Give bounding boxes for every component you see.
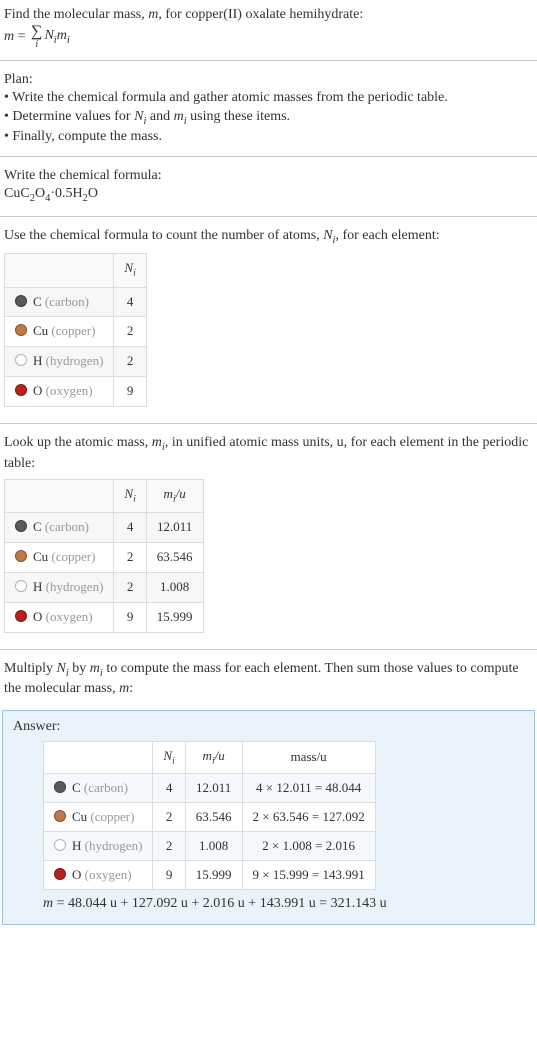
table-row: C (carbon) 4 bbox=[5, 287, 147, 317]
multiply-section: Multiply Ni by mi to compute the mass fo… bbox=[0, 654, 537, 705]
plan-section: Plan: • Write the chemical formula and g… bbox=[0, 65, 537, 152]
intro-text-b: , for copper(II) oxalate hemihydrate: bbox=[158, 7, 363, 22]
plan-title: Plan: bbox=[4, 71, 533, 89]
col-Ni: Ni bbox=[153, 742, 185, 774]
answer-box: Answer: Ni mi/u mass/u C (carbon) 4 12.0… bbox=[2, 710, 535, 925]
table-row: Cu (copper) 2 63.546 bbox=[5, 542, 204, 572]
count-section: Use the chemical formula to count the nu… bbox=[0, 221, 537, 419]
col-mi: mi/u bbox=[146, 479, 203, 512]
element-bullet-icon bbox=[15, 580, 27, 592]
elem-cell: H (hydrogen) bbox=[5, 347, 114, 377]
element-bullet-icon bbox=[54, 810, 66, 822]
chemical-formula: CuC2O4·0.5H2O bbox=[4, 185, 533, 205]
N-value: 2 bbox=[114, 572, 146, 602]
table-row: C (carbon) 4 12.011 4 × 12.011 = 48.044 bbox=[44, 773, 376, 802]
table-row: O (oxygen) 9 15.999 9 × 15.999 = 143.991 bbox=[44, 860, 376, 889]
N-value: 2 bbox=[153, 802, 185, 831]
elem-cell: Cu (copper) bbox=[5, 542, 114, 572]
mass-equation: m = ∑i Nimi bbox=[4, 29, 70, 44]
table-row: Cu (copper) 2 bbox=[5, 317, 147, 347]
table-row: O (oxygen) 9 bbox=[5, 377, 147, 407]
divider bbox=[0, 60, 537, 61]
divider bbox=[0, 156, 537, 157]
final-sum: m = 48.044 u + 127.092 u + 2.016 u + 143… bbox=[43, 896, 524, 912]
m-value: 12.011 bbox=[146, 512, 203, 542]
table-row: H (hydrogen) 2 1.008 2 × 1.008 = 2.016 bbox=[44, 831, 376, 860]
count-text: Use the chemical formula to count the nu… bbox=[4, 227, 533, 247]
N-value: 2 bbox=[153, 831, 185, 860]
answer-title: Answer: bbox=[13, 719, 524, 735]
answer-table: Ni mi/u mass/u C (carbon) 4 12.011 4 × 1… bbox=[43, 741, 376, 890]
mass-table: Ni mi/u C (carbon) 4 12.011 Cu (copper) … bbox=[4, 479, 204, 633]
plan-item-1: • Write the chemical formula and gather … bbox=[4, 89, 533, 107]
table-row: Cu (copper) 2 63.546 2 × 63.546 = 127.09… bbox=[44, 802, 376, 831]
element-bullet-icon bbox=[15, 550, 27, 562]
mass-text: Look up the atomic mass, mi, in unified … bbox=[4, 434, 533, 473]
N-value: 2 bbox=[114, 542, 146, 572]
table-row: C (carbon) 4 12.011 bbox=[5, 512, 204, 542]
elem-cell: O (oxygen) bbox=[5, 602, 114, 632]
col-blank bbox=[5, 254, 114, 287]
m-value: 1.008 bbox=[146, 572, 203, 602]
elem-cell: H (hydrogen) bbox=[5, 572, 114, 602]
N-value: 4 bbox=[114, 287, 146, 317]
element-bullet-icon bbox=[54, 868, 66, 880]
mass-expr: 2 × 1.008 = 2.016 bbox=[242, 831, 375, 860]
N-value: 2 bbox=[114, 317, 146, 347]
col-blank bbox=[5, 479, 114, 512]
elem-cell: C (carbon) bbox=[44, 773, 153, 802]
m-value: 63.546 bbox=[185, 802, 242, 831]
mass-expr: 2 × 63.546 = 127.092 bbox=[242, 802, 375, 831]
elem-cell: H (hydrogen) bbox=[44, 831, 153, 860]
m-value: 15.999 bbox=[146, 602, 203, 632]
m-value: 1.008 bbox=[185, 831, 242, 860]
elem-cell: O (oxygen) bbox=[5, 377, 114, 407]
m-value: 63.546 bbox=[146, 542, 203, 572]
element-bullet-icon bbox=[54, 781, 66, 793]
mass-expr: 4 × 12.011 = 48.044 bbox=[242, 773, 375, 802]
element-bullet-icon bbox=[15, 354, 27, 366]
col-Ni: Ni bbox=[114, 479, 146, 512]
col-Ni: Ni bbox=[114, 254, 146, 287]
elem-cell: C (carbon) bbox=[5, 512, 114, 542]
divider bbox=[0, 423, 537, 424]
col-mass: mass/u bbox=[242, 742, 375, 774]
m-value: 12.011 bbox=[185, 773, 242, 802]
count-table: Ni C (carbon) 4 Cu (copper) 2 H (hydroge… bbox=[4, 253, 147, 407]
element-bullet-icon bbox=[15, 384, 27, 396]
intro-text-a: Find the molecular mass, bbox=[4, 7, 148, 22]
element-bullet-icon bbox=[15, 324, 27, 336]
intro-section: Find the molecular mass, m, for copper(I… bbox=[0, 0, 537, 56]
N-value: 9 bbox=[114, 602, 146, 632]
plan-item-3: • Finally, compute the mass. bbox=[4, 128, 533, 146]
table-row: H (hydrogen) 2 bbox=[5, 347, 147, 377]
element-bullet-icon bbox=[54, 839, 66, 851]
elem-cell: Cu (copper) bbox=[44, 802, 153, 831]
elem-cell: C (carbon) bbox=[5, 287, 114, 317]
divider bbox=[0, 216, 537, 217]
element-bullet-icon bbox=[15, 295, 27, 307]
mass-lookup-section: Look up the atomic mass, mi, in unified … bbox=[0, 428, 537, 644]
N-value: 9 bbox=[114, 377, 146, 407]
plan-item-2: • Determine values for Ni and mi using t… bbox=[4, 108, 533, 128]
N-value: 4 bbox=[153, 773, 185, 802]
N-value: 2 bbox=[114, 347, 146, 377]
formula-title: Write the chemical formula: bbox=[4, 167, 533, 185]
col-blank bbox=[44, 742, 153, 774]
N-value: 4 bbox=[114, 512, 146, 542]
table-row: H (hydrogen) 2 1.008 bbox=[5, 572, 204, 602]
element-bullet-icon bbox=[15, 520, 27, 532]
divider bbox=[0, 649, 537, 650]
col-mi: mi/u bbox=[185, 742, 242, 774]
elem-cell: O (oxygen) bbox=[44, 860, 153, 889]
multiply-text: Multiply Ni by mi to compute the mass fo… bbox=[4, 660, 533, 699]
element-bullet-icon bbox=[15, 610, 27, 622]
N-value: 9 bbox=[153, 860, 185, 889]
elem-cell: Cu (copper) bbox=[5, 317, 114, 347]
m-value: 15.999 bbox=[185, 860, 242, 889]
mass-expr: 9 × 15.999 = 143.991 bbox=[242, 860, 375, 889]
var-m: m bbox=[148, 7, 158, 22]
table-row: O (oxygen) 9 15.999 bbox=[5, 602, 204, 632]
formula-section: Write the chemical formula: CuC2O4·0.5H2… bbox=[0, 161, 537, 212]
